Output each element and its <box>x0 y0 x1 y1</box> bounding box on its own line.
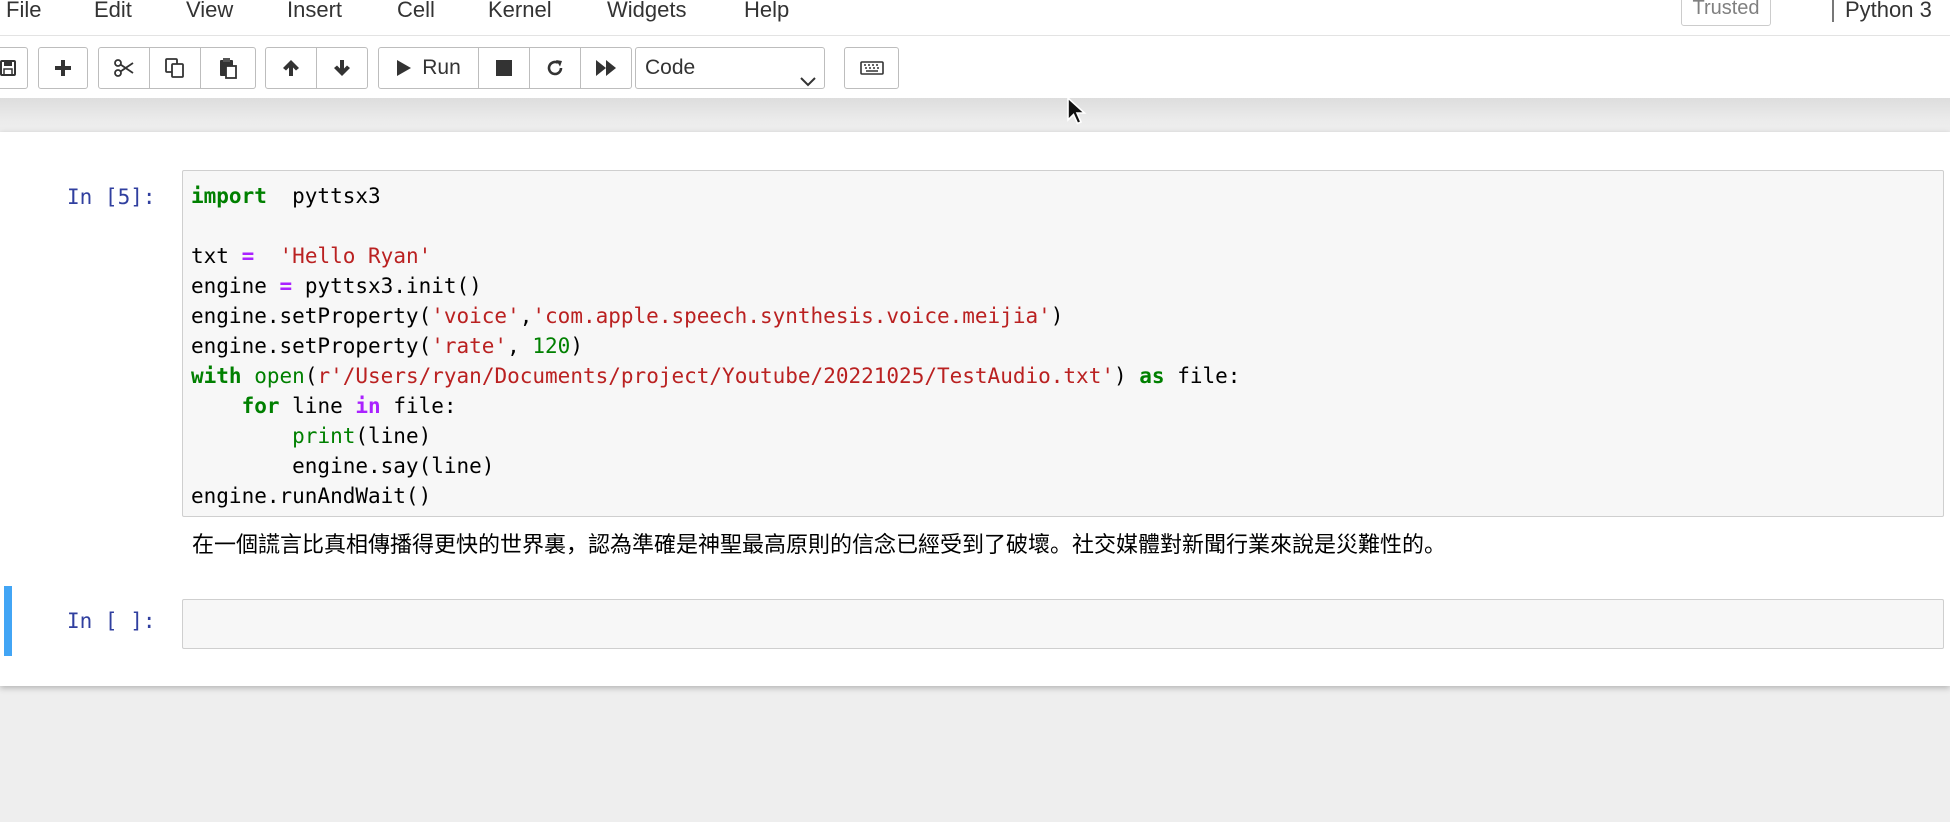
cut-button[interactable] <box>98 47 150 89</box>
scissors-icon <box>113 58 135 78</box>
menu-insert[interactable]: Insert <box>287 0 342 22</box>
save-icon <box>0 59 17 77</box>
menu-edit[interactable]: Edit <box>94 0 132 22</box>
menu-help[interactable]: Help <box>744 0 789 22</box>
code-token: engine <box>191 274 280 298</box>
code-token: (line) <box>355 424 432 448</box>
menu-bar: File Edit View Insert Cell Kernel Widget… <box>0 0 1950 36</box>
code-token: pyttsx3 <box>266 184 381 208</box>
code-line: engine.setProperty('voice','com.apple.sp… <box>191 301 1240 331</box>
code-token: file: <box>1164 364 1241 388</box>
code-line: for line in file: <box>191 391 1240 421</box>
paste-icon <box>218 57 238 79</box>
code-token: as <box>1139 364 1165 388</box>
code-token: 'voice' <box>431 304 520 328</box>
mouse-cursor-icon <box>1066 96 1088 131</box>
cell-type-select[interactable]: Code <box>635 47 825 89</box>
code-token: ( <box>304 364 318 388</box>
copy-button[interactable] <box>149 47 201 89</box>
code-line: import pyttsx3 <box>191 181 1240 211</box>
code-token: for <box>241 394 280 418</box>
code-token: print <box>292 424 356 448</box>
insert-cell-button[interactable] <box>38 47 88 89</box>
code-input-area[interactable]: import pyttsx3 txt = 'Hello Ryan' engine =… <box>182 170 1944 517</box>
code-token: file: <box>380 394 457 418</box>
stop-icon <box>495 59 513 77</box>
interrupt-button[interactable] <box>478 47 530 89</box>
input-prompt: In [ ]: <box>67 609 156 633</box>
code-token: txt <box>191 244 242 268</box>
code-line: engine.setProperty('rate', 120) <box>191 331 1240 361</box>
restart-icon <box>545 58 565 78</box>
code-token: ) <box>1050 304 1064 328</box>
restart-button[interactable] <box>529 47 581 89</box>
menu-widgets[interactable]: Widgets <box>607 0 686 22</box>
code-line: txt = 'Hello Ryan' <box>191 241 1240 271</box>
code-token: line <box>279 394 356 418</box>
code-token: ) <box>570 334 583 358</box>
paste-button[interactable] <box>200 47 256 89</box>
code-token: 'Hello Ryan' <box>279 244 432 268</box>
code-token: open <box>254 364 305 388</box>
empty-code-input[interactable] <box>182 599 1944 649</box>
code-token: pyttsx3.init() <box>292 274 482 298</box>
code-token: = <box>279 274 293 298</box>
code-line: engine.say(line) <box>191 451 1240 481</box>
selected-cell-indicator <box>4 586 12 656</box>
code-line: with open(r'/Users/ryan/Documents/projec… <box>191 361 1240 391</box>
menu-file[interactable]: File <box>6 0 41 22</box>
menu-cell[interactable]: Cell <box>397 0 435 22</box>
code-token: engine.setProperty( <box>191 304 432 328</box>
run-label: Run <box>422 56 461 79</box>
kernel-name[interactable]: Python 3 <box>1845 0 1932 22</box>
toolbar: Run Code <box>0 36 1950 98</box>
code-line: engine.runAndWait() <box>191 481 1240 511</box>
code-token: 'com.apple.speech.synthesis.voice.meijia… <box>532 304 1051 328</box>
code-token: 'rate' <box>431 334 508 358</box>
fast-forward-icon <box>595 59 617 77</box>
code-token: ) <box>1113 364 1140 388</box>
arrow-down-icon <box>332 58 352 78</box>
play-icon <box>396 59 412 77</box>
code-token: = <box>241 244 255 268</box>
code-token: import <box>191 184 267 208</box>
kernel-separator <box>1832 0 1834 22</box>
run-all-button[interactable] <box>580 47 632 89</box>
code-token: in <box>355 394 381 418</box>
keyboard-icon <box>859 61 884 75</box>
copy-icon <box>164 57 186 79</box>
code-token: engine.setProperty( <box>191 334 432 358</box>
plus-icon <box>54 59 72 77</box>
code-token: engine.runAndWait() <box>191 484 432 508</box>
cell-type-value: Code <box>645 56 696 79</box>
code-line: print(line) <box>191 421 1240 451</box>
code-line: engine = pyttsx3.init() <box>191 271 1240 301</box>
input-prompt: In [5]: <box>67 185 156 209</box>
menu-kernel[interactable]: Kernel <box>488 0 552 22</box>
code-token: , <box>507 334 533 358</box>
chevron-down-icon <box>800 62 816 102</box>
code-token: with <box>191 364 242 388</box>
save-button[interactable] <box>0 47 28 89</box>
code-editor[interactable]: import pyttsx3 txt = 'Hello Ryan' engine =… <box>191 181 1240 511</box>
code-token: , <box>519 304 533 328</box>
move-up-button[interactable] <box>265 47 317 89</box>
command-palette-button[interactable] <box>844 47 899 89</box>
trusted-indicator[interactable]: Trusted <box>1681 0 1771 26</box>
arrow-up-icon <box>281 58 301 78</box>
code-token: 120 <box>532 334 571 358</box>
notebook-container: In [5]: import pyttsx3 txt = 'Hello Ryan'… <box>0 132 1950 686</box>
move-down-button[interactable] <box>316 47 368 89</box>
header-shadow <box>0 98 1950 132</box>
run-button[interactable]: Run <box>378 47 479 89</box>
cell-output: 在一個謊言比真相傳播得更快的世界裏，認為準確是神聖最高原則的信念已經受到了破壞。… <box>192 532 1447 557</box>
menu-view[interactable]: View <box>186 0 233 22</box>
code-token: engine.say(line) <box>191 454 495 478</box>
code-token: r'/Users/ryan/Documents/project/Youtube/… <box>317 364 1114 388</box>
